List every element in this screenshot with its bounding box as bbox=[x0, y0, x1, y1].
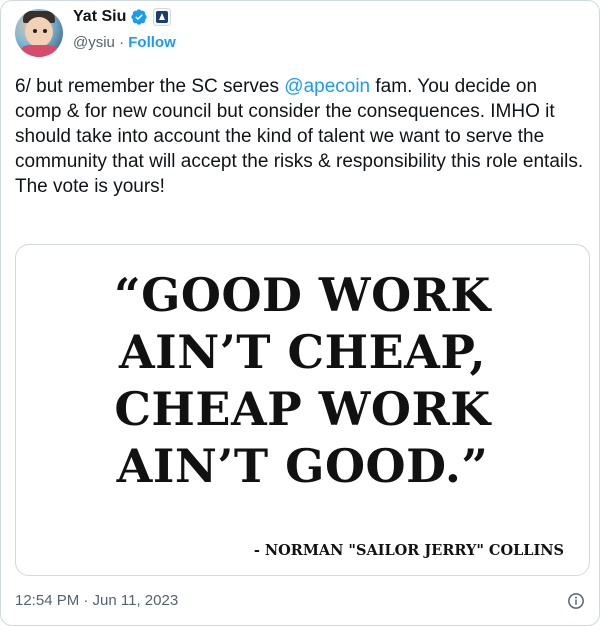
quote-attribution: - NORMAN "SAILOR JERRY" COLLINS bbox=[253, 542, 564, 559]
avatar-eye bbox=[33, 29, 37, 33]
author-handle-row: @ysiu · Follow bbox=[73, 34, 176, 51]
quote-text: “GOOD WORK AIN’T CHEAP, CHEAP WORK AIN’T… bbox=[16, 267, 589, 495]
quote-line: CHEAP WORK bbox=[114, 382, 491, 436]
author-handle[interactable]: @ysiu bbox=[73, 34, 115, 51]
quote-line: AIN’T GOOD.” bbox=[116, 439, 489, 493]
separator: · bbox=[119, 34, 125, 51]
tweet-timestamp[interactable]: 12:54 PM · Jun 11, 2023 bbox=[15, 592, 178, 609]
tweet-card: Yat Siu @ysiu · Follow 6/ but remember t… bbox=[0, 0, 600, 626]
author-name[interactable]: Yat Siu bbox=[73, 8, 126, 26]
affiliate-logo-icon bbox=[156, 11, 168, 23]
info-icon[interactable] bbox=[567, 592, 585, 610]
quote-line: AIN’T CHEAP, bbox=[118, 325, 486, 379]
avatar-face bbox=[25, 17, 53, 47]
verified-badge-icon bbox=[131, 9, 147, 25]
mention-link[interactable]: @apecoin bbox=[284, 76, 370, 97]
tweet-image[interactable]: “GOOD WORK AIN’T CHEAP, CHEAP WORK AIN’T… bbox=[15, 244, 590, 576]
affiliate-badge-icon[interactable] bbox=[153, 8, 171, 26]
quote-line: “GOOD WORK bbox=[114, 268, 491, 322]
avatar[interactable] bbox=[15, 9, 63, 57]
follow-button[interactable]: Follow bbox=[128, 34, 176, 51]
tweet-text: 6/ but remember the SC serves @apecoin f… bbox=[15, 74, 587, 199]
tweet-text-part: 6/ but remember the SC serves bbox=[15, 76, 285, 97]
avatar-eye bbox=[43, 29, 47, 33]
avatar-shirt bbox=[19, 45, 59, 57]
